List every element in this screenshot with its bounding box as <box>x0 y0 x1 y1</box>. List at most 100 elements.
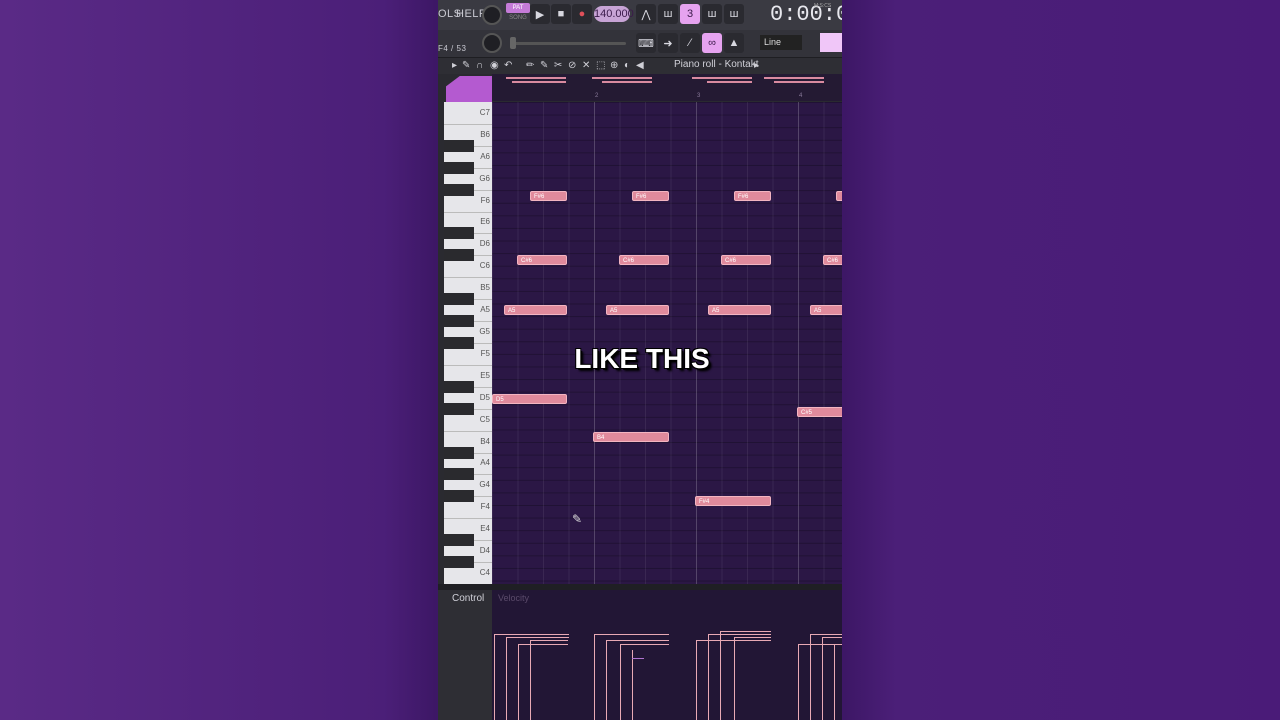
velocity-bar[interactable] <box>632 650 633 720</box>
note-c-sharp-6[interactable]: C#6 <box>619 255 669 265</box>
velocity-bar[interactable] <box>708 634 709 720</box>
note-a5[interactable]: A5 <box>504 305 567 315</box>
note-c-sharp-6[interactable]: C#6 <box>823 255 842 265</box>
overview-note <box>764 77 824 79</box>
note-f-sharp-6[interactable]: F#6 <box>734 191 771 201</box>
piano-keyboard[interactable]: C7 B6 A6 G6 F6 E6 D6 C6 B5 A5 G5 F5 E5 D5 C5 B4 A4 G4 F4 E4… <box>444 102 492 585</box>
velocity-bar[interactable] <box>734 637 735 720</box>
arrow-right-icon: ➜ <box>663 37 673 50</box>
velocity-bar[interactable] <box>530 640 531 720</box>
record-button[interactable]: ● <box>572 4 592 24</box>
master-volume-knob[interactable] <box>482 5 502 25</box>
white-key[interactable]: C6 <box>444 255 492 279</box>
song-mode[interactable]: SONG <box>506 13 530 23</box>
note-f-sharp-4[interactable]: F#4 <box>695 496 771 506</box>
master-pitch-knob[interactable] <box>482 33 502 53</box>
paint-icon[interactable]: ✎ <box>540 60 548 71</box>
draw-mode-button[interactable]: ⁄ <box>680 33 700 53</box>
mute-icon[interactable]: ⊘ <box>568 60 576 71</box>
white-key[interactable]: F4 <box>444 496 492 520</box>
velocity-bar[interactable] <box>494 634 495 720</box>
stamp-button[interactable]: ▲ <box>724 33 744 53</box>
countdown-button[interactable]: 3 <box>680 4 700 24</box>
record-icon: ● <box>578 8 586 20</box>
wait-input-button[interactable]: ш <box>658 4 678 24</box>
snap-select[interactable]: Line <box>760 35 802 50</box>
note-a5[interactable]: A5 <box>810 305 842 315</box>
overview-note <box>592 77 652 79</box>
chevron-right-icon[interactable]: ▸ <box>754 60 759 71</box>
velocity-lane[interactable]: Velocity <box>492 590 842 720</box>
velocity-bar[interactable] <box>720 631 721 720</box>
pat-mode[interactable]: PAT <box>506 3 530 13</box>
note-f-sharp-6[interactable]: F#6 <box>632 191 669 201</box>
note-f-sharp-6[interactable]: F#6 <box>530 191 567 201</box>
velocity-bar[interactable] <box>620 644 621 720</box>
overview-note <box>692 77 752 79</box>
velocity-label: Velocity <box>498 593 530 603</box>
keyboard-icon: ⌨ <box>638 37 654 50</box>
note-a5[interactable]: A5 <box>708 305 771 315</box>
zoom-icon[interactable]: ⊕ <box>610 60 618 71</box>
play-button[interactable]: ▶ <box>530 4 550 24</box>
white-key[interactable]: F6 <box>444 190 492 213</box>
velocity-bar[interactable] <box>506 637 507 720</box>
arrow-button[interactable]: ➜ <box>658 33 678 53</box>
pat-song-toggle[interactable]: PAT SONG <box>506 3 530 25</box>
white-key[interactable]: F5 <box>444 343 492 366</box>
white-key[interactable]: C4 <box>444 562 492 585</box>
position-slider-handle[interactable] <box>510 37 516 49</box>
control-label[interactable]: Control <box>452 593 484 604</box>
velocity-bar[interactable] <box>822 637 823 720</box>
stop-button[interactable]: ■ <box>551 4 571 24</box>
loop-icon: ш <box>729 8 739 20</box>
speaker-icon[interactable]: ◀ <box>636 60 644 71</box>
velocity-bar[interactable] <box>834 644 835 720</box>
piano-roll-corner[interactable] <box>446 76 492 102</box>
velocity-bar[interactable] <box>696 640 697 720</box>
velocity-bar[interactable] <box>606 640 607 720</box>
piano-roll-title[interactable]: Piano roll - Kontakt <box>674 59 759 70</box>
undo-icon[interactable]: ↶ <box>504 60 512 71</box>
link-button[interactable]: ∞ <box>702 33 722 53</box>
slice-icon[interactable]: ✕ <box>582 60 590 71</box>
step-edit-button[interactable]: ш <box>702 4 722 24</box>
typing-keyboard-button[interactable]: ⌨ <box>636 33 656 53</box>
velocity-bar-top <box>810 634 842 635</box>
wrench-icon[interactable]: ✎ <box>462 60 470 71</box>
white-key[interactable]: C5 <box>444 409 492 432</box>
step-edit-icon: ш <box>707 8 717 20</box>
delete-icon[interactable]: ✂ <box>554 60 562 71</box>
options-arrow-icon[interactable]: ▸ <box>452 60 457 71</box>
note-a5[interactable]: A5 <box>606 305 669 315</box>
select-icon[interactable]: ⬚ <box>596 60 605 71</box>
velocity-bar[interactable] <box>518 644 519 720</box>
key-label: E4 <box>480 524 490 534</box>
key-label: C7 <box>479 107 490 117</box>
key-label: B6 <box>480 129 490 139</box>
loop-record-button[interactable]: ш <box>724 4 744 24</box>
color-swatch[interactable] <box>820 33 842 52</box>
timeline[interactable]: 2 3 4 <box>492 74 842 101</box>
key-label: D4 <box>479 546 490 556</box>
note-f-sharp-6[interactable] <box>836 191 842 201</box>
note-d5[interactable]: D5 <box>492 394 567 404</box>
brush-icon: ⁄ <box>689 37 691 49</box>
velocity-bar[interactable] <box>810 634 811 720</box>
note-b4[interactable]: B4 <box>593 432 669 442</box>
pencil-icon[interactable]: ✏ <box>526 60 534 71</box>
playback-tool-icon[interactable]: ◐ <box>624 60 630 71</box>
fl-studio-window: OLS HELP PAT SONG ▶ ■ ● 140.000 ⋀ ш 3 ш … <box>438 0 842 720</box>
white-key[interactable]: C7 <box>444 102 492 125</box>
bar-number: 2 <box>595 93 599 99</box>
tempo-display[interactable]: 140.000 <box>594 6 634 22</box>
magnet-icon[interactable]: ∩ <box>476 60 483 71</box>
metronome-button[interactable]: ⋀ <box>636 4 656 24</box>
velocity-bar[interactable] <box>594 634 595 720</box>
key-label: B4 <box>480 436 490 446</box>
note-c-sharp-6[interactable]: C#6 <box>517 255 567 265</box>
note-c-sharp-6[interactable]: C#6 <box>721 255 771 265</box>
note-c-sharp-5[interactable]: C#5 <box>797 407 842 417</box>
playback-icon[interactable]: ◉ <box>490 60 499 71</box>
velocity-bar[interactable] <box>798 644 799 720</box>
